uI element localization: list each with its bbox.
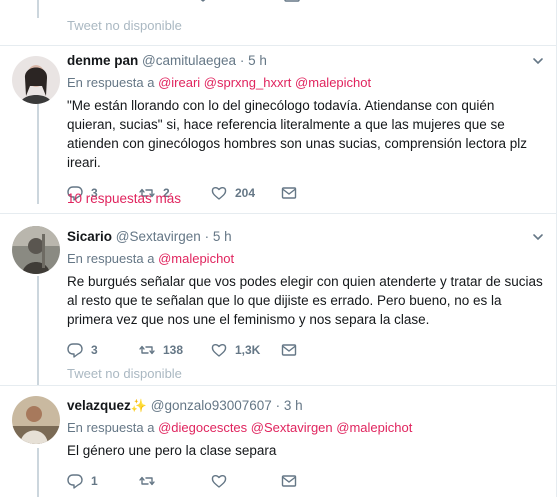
envelope-icon (281, 344, 297, 356)
envelope-icon[interactable] (284, 0, 300, 2)
tweet-unavailable-label: Tweet no disponible (67, 18, 182, 33)
chevron-down-icon[interactable] (532, 55, 544, 67)
tweet-header: Sicario @Sextavirgen · 5 h (67, 228, 544, 246)
avatar[interactable] (12, 226, 60, 274)
retweet-icon (139, 476, 155, 486)
display-name[interactable]: velazquez (67, 398, 131, 413)
mention-link[interactable]: @malepichot (295, 75, 371, 90)
retweet-count: 138 (163, 343, 184, 357)
user-handle[interactable]: @camitulaegea (142, 53, 236, 68)
display-name[interactable]: Sicario (67, 229, 112, 244)
mention-link[interactable]: @ireari (158, 75, 200, 90)
mention-link[interactable]: @malepichot (158, 251, 234, 266)
dm-button[interactable] (281, 342, 353, 358)
mention-link[interactable]: @Sextavirgen (251, 420, 333, 435)
heart-icon (211, 343, 227, 357)
reply-prefix: En respuesta a (67, 251, 155, 266)
reply-context: En respuesta a @diegocesctes @Sextavirge… (67, 419, 544, 436)
user-handle[interactable]: @gonzalo93007607 (151, 398, 272, 413)
avatar-image (12, 226, 60, 274)
reply-button[interactable]: 3 (67, 342, 139, 358)
mention-link[interactable]: @sprxng_hxxrt (204, 75, 292, 90)
reply-context: En respuesta a @malepichot (67, 250, 544, 267)
retweet-button[interactable]: 138 (139, 342, 211, 358)
tweet[interactable]: Sicario @Sextavirgen · 5 h En respuesta … (0, 213, 556, 381)
tweet-actions: 3 138 1,3K (67, 341, 544, 359)
reply-prefix: En respuesta a (67, 75, 155, 90)
tweet-partial-top: Tweet no disponible (0, 0, 556, 45)
chevron-down-icon[interactable] (532, 231, 544, 243)
tweet-unavailable-label: Tweet no disponible (67, 366, 182, 381)
heart-icon (211, 186, 227, 200)
display-name[interactable]: denme pan (67, 53, 138, 68)
partial-actions (196, 0, 316, 2)
retweet-icon (139, 345, 155, 355)
user-handle[interactable]: @Sextavirgen (116, 229, 201, 244)
avatar[interactable] (12, 396, 60, 444)
dm-button[interactable] (281, 185, 353, 201)
avatar[interactable] (12, 56, 60, 104)
dm-button[interactable] (281, 473, 353, 489)
like-count: 1,3K (235, 343, 261, 357)
envelope-icon (281, 187, 297, 199)
like-count: 204 (235, 186, 256, 200)
timestamp[interactable]: 5 h (213, 229, 232, 244)
reply-button[interactable]: 1 (67, 473, 139, 489)
mention-link[interactable]: @diegocesctes (158, 420, 247, 435)
sparkles-icon: ✨ (130, 398, 147, 413)
timestamp[interactable]: 5 h (248, 53, 267, 68)
avatar-image (12, 56, 60, 104)
tweet-text: Re burgués señalar que vos podes elegir … (67, 274, 543, 327)
envelope-icon (281, 475, 297, 487)
tweet-header: velazquez✨ @gonzalo93007607 · 3 h (67, 397, 544, 415)
heart-icon (211, 474, 227, 488)
reply-count: 3 (91, 343, 98, 357)
tweet-text: "Me están llorando con lo del ginecólogo… (67, 98, 528, 170)
tweet-actions: 1 (67, 472, 544, 490)
tweet[interactable]: velazquez✨ @gonzalo93007607 · 3 h En res… (0, 385, 556, 497)
more-replies-link[interactable]: 10 respuestas más (67, 191, 181, 206)
tweet[interactable]: denme pan @camitulaegea · 5 h En respues… (0, 45, 556, 210)
separator-dot: · (204, 229, 210, 244)
like-button[interactable]: 1,3K (211, 342, 281, 358)
timestamp[interactable]: 3 h (284, 398, 303, 413)
mention-link[interactable]: @malepichot (336, 420, 412, 435)
reply-count: 1 (91, 474, 98, 488)
avatar-image (12, 396, 60, 444)
separator-dot: · (239, 53, 245, 68)
right-border (556, 0, 560, 497)
heart-icon[interactable] (196, 0, 210, 2)
reply-context: En respuesta a @ireari @sprxng_hxxrt @ma… (67, 74, 544, 91)
reply-prefix: En respuesta a (67, 420, 155, 435)
reply-icon (67, 343, 83, 358)
reply-icon (67, 474, 83, 489)
separator-dot: · (275, 398, 281, 413)
like-button[interactable] (211, 473, 281, 489)
tweet-text: El género une pero la clase separa (67, 443, 277, 458)
tweet-header: denme pan @camitulaegea · 5 h (67, 52, 544, 70)
retweet-button[interactable] (139, 473, 211, 489)
like-button[interactable]: 204 (211, 185, 281, 201)
